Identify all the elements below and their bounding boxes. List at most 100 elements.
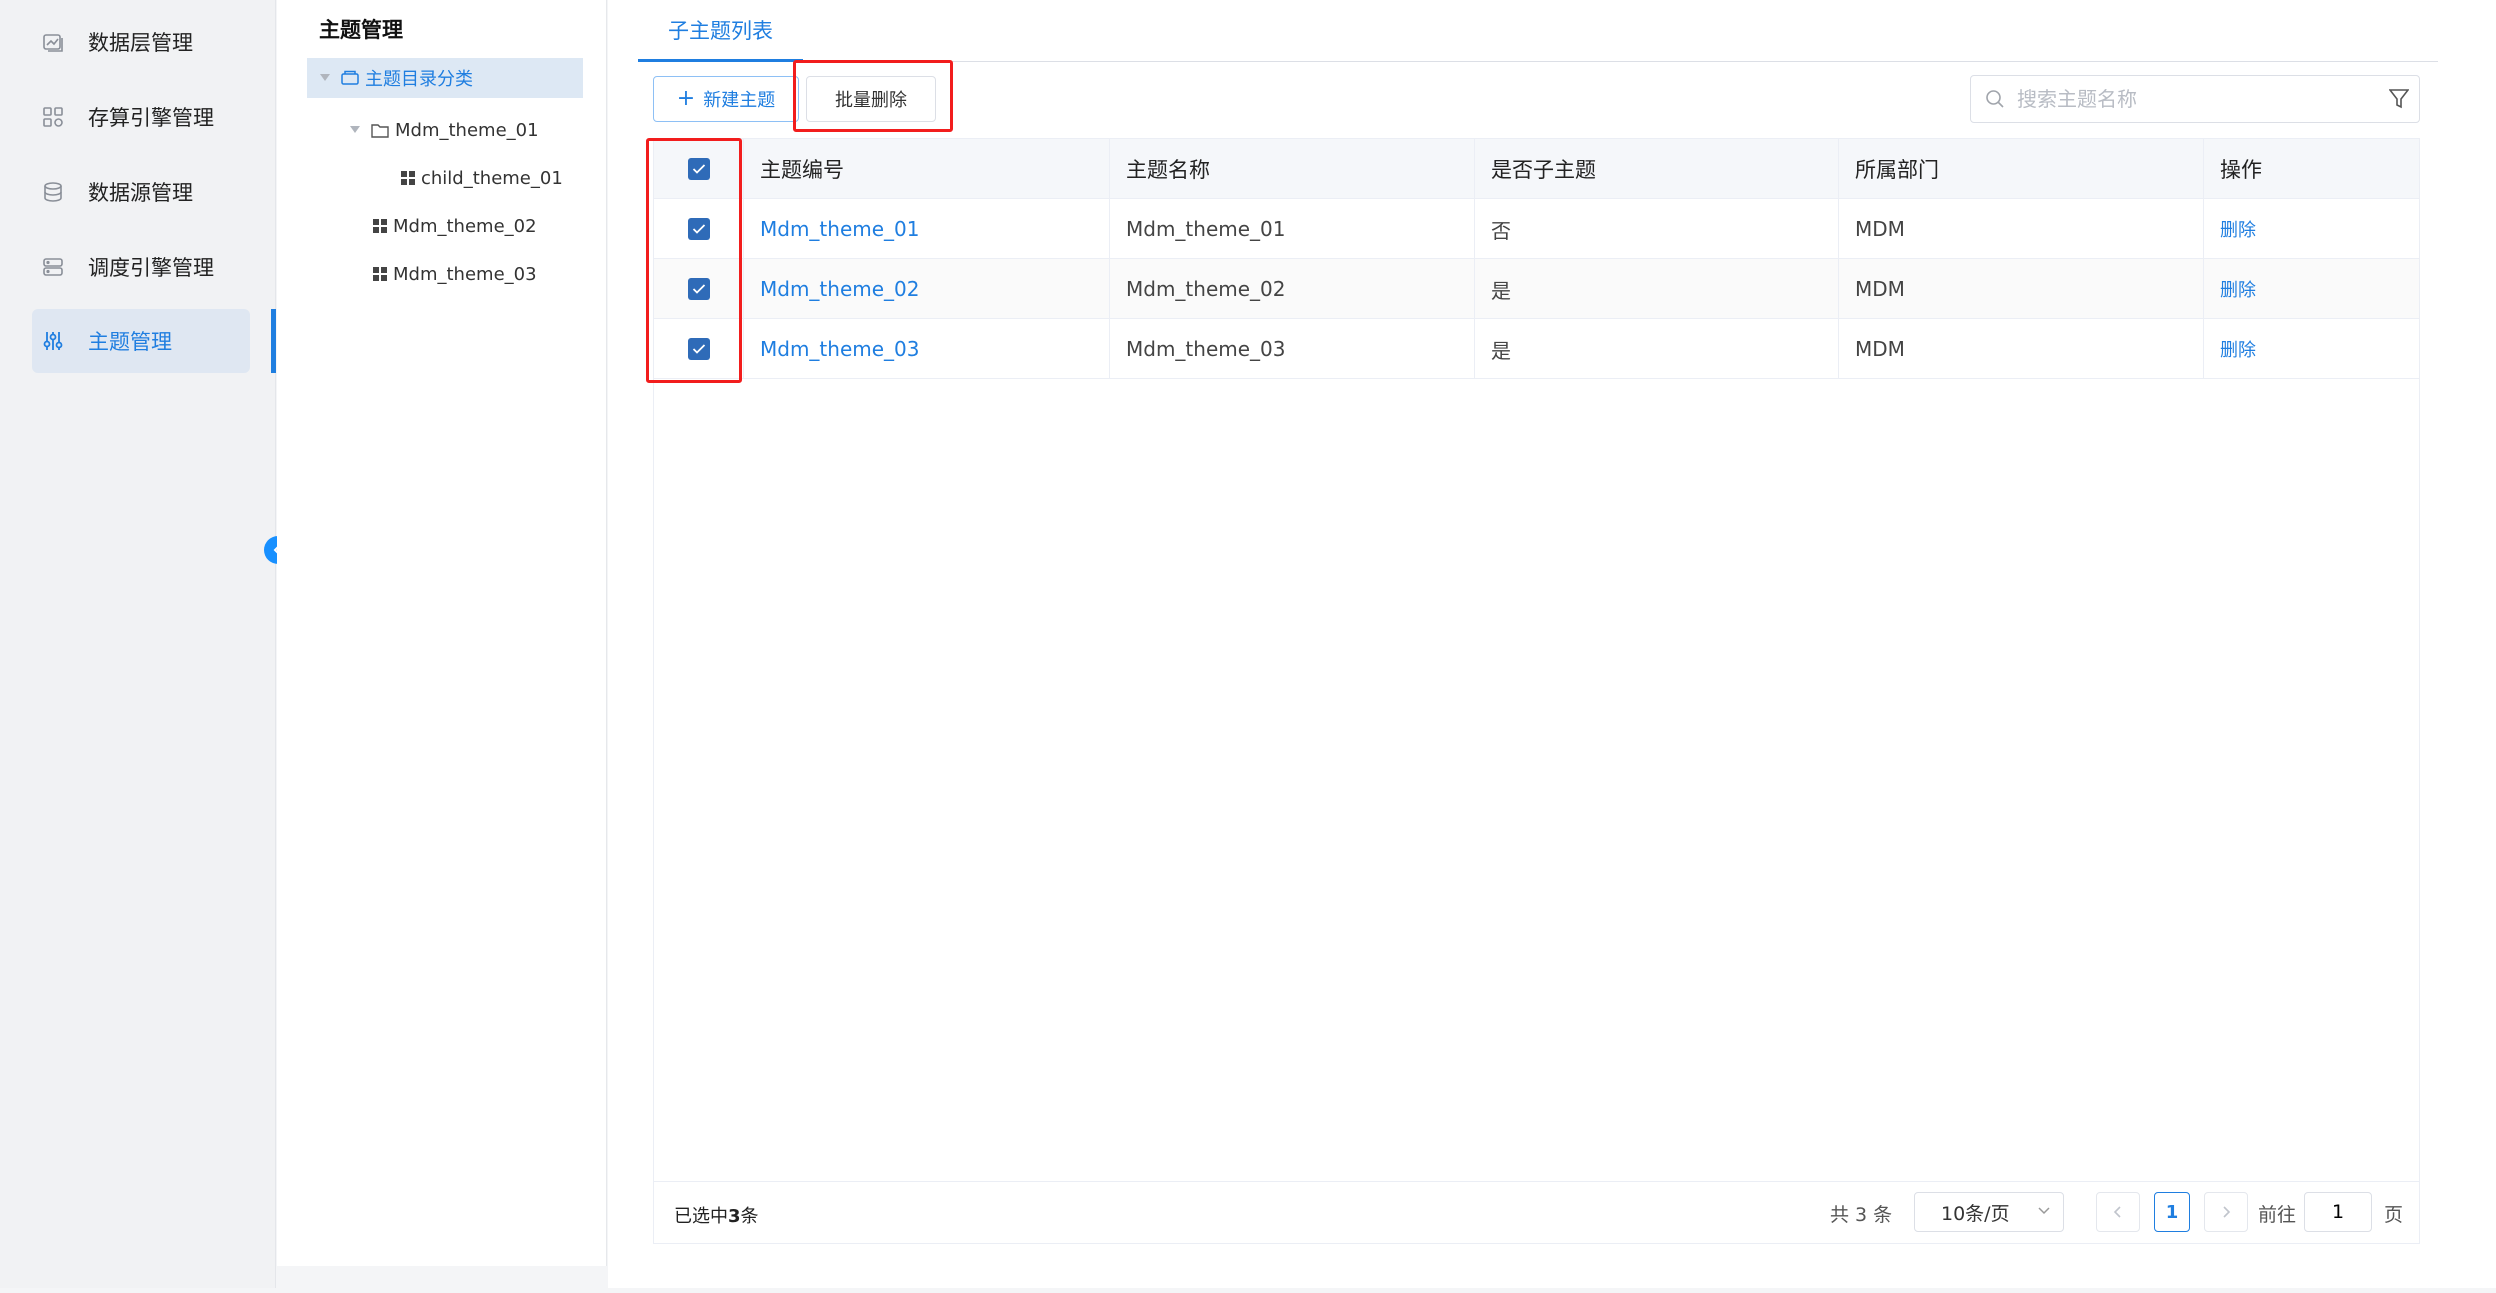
- tree-title: 主题管理: [319, 18, 403, 42]
- batch-delete-label: 批量删除: [835, 90, 907, 111]
- chevron-left-icon: [2113, 1206, 2121, 1218]
- left-nav: 数据层管理 存算引擎管理 数据源管理 调度引擎管理 主题管理: [0, 0, 276, 1288]
- folder-icon: [371, 123, 389, 138]
- grid-icon: [401, 171, 415, 185]
- filter-icon[interactable]: [2389, 88, 2409, 110]
- cell-is-sub: 是: [1475, 319, 1839, 379]
- nav-label: 主题管理: [88, 330, 172, 354]
- theme-code-link[interactable]: Mdm_theme_02: [760, 277, 920, 301]
- nav-label: 调度引擎管理: [88, 256, 214, 280]
- row-checkbox[interactable]: [687, 278, 710, 300]
- folder-tree-icon: [341, 70, 359, 86]
- cell-op: 删除: [2204, 199, 2421, 259]
- caret-down-icon: [347, 126, 363, 134]
- tree-node-mdm-theme-01[interactable]: Mdm_theme_01: [347, 110, 539, 150]
- theme-code-link[interactable]: Mdm_theme_03: [760, 337, 920, 361]
- column-header[interactable]: 是否子主题: [1475, 139, 1839, 199]
- theme-tree-panel: 主题管理 主题目录分类 Mdm_theme_01 child_theme_01 …: [277, 0, 607, 1266]
- nav-item-datasource[interactable]: 数据源管理: [32, 160, 250, 224]
- cell-code: Mdm_theme_03: [744, 319, 1110, 379]
- cell-code: Mdm_theme_01: [744, 199, 1110, 259]
- tab-sub-theme-list[interactable]: 子主题列表: [638, 0, 803, 62]
- nav-label: 数据源管理: [88, 181, 193, 205]
- cell-code: Mdm_theme_02: [744, 259, 1110, 319]
- page-number-button[interactable]: 1: [2154, 1192, 2190, 1232]
- tab-bar: 子主题列表: [638, 0, 2438, 62]
- engine-grid-icon: [40, 104, 66, 130]
- delete-link[interactable]: 删除: [2220, 276, 2256, 302]
- check-icon: [692, 164, 705, 174]
- total-count: 共 3 条: [1830, 1204, 1893, 1226]
- selected-count: 已选中3条: [674, 1202, 759, 1228]
- page-size-value: 10条/页: [1941, 1202, 2010, 1225]
- nav-label: 存算引擎管理: [88, 106, 214, 130]
- chevron-right-icon: [2223, 1206, 2231, 1218]
- goto-page-input[interactable]: [2304, 1192, 2372, 1232]
- new-theme-label: 新建主题: [703, 90, 776, 111]
- tree-node-root[interactable]: 主题目录分类: [307, 58, 583, 98]
- nav-item-data-layer[interactable]: 数据层管理: [32, 10, 250, 74]
- nav-item-engine[interactable]: 存算引擎管理: [32, 85, 250, 149]
- nav-item-theme[interactable]: 主题管理: [32, 309, 250, 373]
- nav-label: 数据层管理: [88, 31, 193, 55]
- tree-node-label: child_theme_01: [421, 167, 563, 189]
- row-select-cell: [654, 199, 744, 259]
- check-icon: [692, 224, 705, 234]
- prev-page-button[interactable]: [2096, 1192, 2140, 1232]
- table-row: Mdm_theme_03 Mdm_theme_03 是 MDM 删除: [654, 319, 2419, 379]
- tree-node-mdm-theme-02[interactable]: Mdm_theme_02: [373, 206, 537, 246]
- theme-table: 主题编号 主题名称 是否子主题 所属部门 操作 Mdm_theme_01 Mdm…: [653, 138, 2420, 1244]
- cell-op: 删除: [2204, 319, 2421, 379]
- main-content: 子主题列表 + 新建主题 批量删除 主题编号 主题名称 是否子主题 所属部门 操…: [608, 0, 2496, 1288]
- new-theme-button[interactable]: + 新建主题: [653, 76, 799, 122]
- header-select-cell: [654, 139, 744, 199]
- grid-icon: [373, 219, 387, 233]
- table-row: Mdm_theme_01 Mdm_theme_01 否 MDM 删除: [654, 199, 2419, 259]
- row-select-cell: [654, 259, 744, 319]
- tree-node-label: Mdm_theme_03: [393, 263, 537, 285]
- cell-dept: MDM: [1839, 199, 2204, 259]
- theme-code-link[interactable]: Mdm_theme_01: [760, 217, 920, 241]
- data-layer-icon: [40, 29, 66, 55]
- check-icon: [692, 344, 705, 354]
- caret-down-icon: [317, 74, 333, 82]
- search-input[interactable]: [2017, 87, 2357, 111]
- tree-node-child-theme-01[interactable]: child_theme_01: [401, 158, 563, 198]
- row-checkbox[interactable]: [687, 218, 710, 240]
- table-header: 主题编号 主题名称 是否子主题 所属部门 操作: [654, 139, 2419, 199]
- sliders-icon: [40, 328, 66, 354]
- cell-dept: MDM: [1839, 319, 2204, 379]
- tree-node-mdm-theme-03[interactable]: Mdm_theme_03: [373, 254, 537, 294]
- tree-node-label: Mdm_theme_01: [395, 119, 539, 141]
- nav-item-scheduler[interactable]: 调度引擎管理: [32, 235, 250, 299]
- cell-name: Mdm_theme_02: [1110, 259, 1475, 319]
- cell-is-sub: 是: [1475, 259, 1839, 319]
- page-size-select[interactable]: 10条/页: [1914, 1192, 2064, 1232]
- cell-op: 删除: [2204, 259, 2421, 319]
- chevron-down-icon: [2037, 1203, 2051, 1217]
- row-checkbox[interactable]: [687, 338, 710, 360]
- plus-icon: +: [676, 86, 696, 111]
- selected-suffix: 条: [740, 1206, 759, 1227]
- table-footer: 已选中3条 共 3 条 10条/页 1 前往 页: [654, 1181, 2419, 1243]
- batch-delete-button[interactable]: 批量删除: [806, 76, 936, 122]
- active-indicator: [271, 309, 276, 373]
- goto-suffix: 页: [2384, 1204, 2404, 1226]
- next-page-button[interactable]: [2204, 1192, 2248, 1232]
- column-header[interactable]: 操作: [2204, 139, 2421, 199]
- goto-label: 前往: [2258, 1204, 2297, 1226]
- cell-name: Mdm_theme_01: [1110, 199, 1475, 259]
- select-all-checkbox[interactable]: [687, 158, 710, 180]
- delete-link[interactable]: 删除: [2220, 216, 2256, 242]
- table-row: Mdm_theme_02 Mdm_theme_02 是 MDM 删除: [654, 259, 2419, 319]
- column-header[interactable]: 主题编号: [744, 139, 1110, 199]
- search-box: [1970, 75, 2420, 123]
- column-header[interactable]: 所属部门: [1839, 139, 2204, 199]
- tree-node-label: Mdm_theme_02: [393, 215, 537, 237]
- selected-prefix: 已选中: [674, 1206, 728, 1227]
- database-icon: [40, 179, 66, 205]
- check-icon: [692, 284, 705, 294]
- grid-icon: [373, 267, 387, 281]
- column-header[interactable]: 主题名称: [1110, 139, 1475, 199]
- delete-link[interactable]: 删除: [2220, 336, 2256, 362]
